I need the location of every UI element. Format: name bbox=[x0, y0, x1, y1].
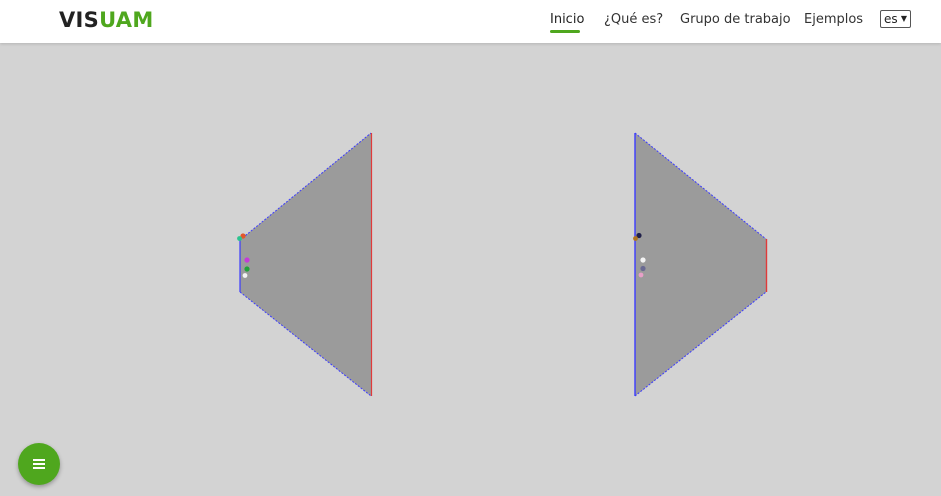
right-point-white[interactable] bbox=[640, 257, 646, 263]
active-nav-underline bbox=[550, 30, 580, 33]
left-point-green[interactable] bbox=[244, 266, 250, 272]
right-point-brown[interactable] bbox=[633, 236, 638, 241]
right-polygon bbox=[635, 133, 766, 396]
nav-grupo-de-trabajo[interactable]: Grupo de trabajo bbox=[680, 11, 791, 29]
language-select[interactable]: es ▼ bbox=[880, 10, 911, 28]
brand-logo[interactable]: VISUAM bbox=[59, 6, 154, 34]
left-point-magenta[interactable] bbox=[244, 257, 250, 263]
right-point-slate[interactable] bbox=[640, 265, 646, 272]
left-point-teal[interactable] bbox=[237, 236, 242, 241]
right-polygon-group bbox=[633, 132, 768, 397]
left-polygon-group bbox=[237, 132, 373, 397]
chevron-down-icon: ▼ bbox=[900, 14, 907, 23]
brand-text-part1: VIS bbox=[59, 8, 100, 32]
language-selected-value: es bbox=[884, 12, 898, 26]
top-navbar: VISUAM Inicio ¿Qué es? Grupo de trabajo … bbox=[0, 0, 941, 43]
nav-que-es[interactable]: ¿Qué es? bbox=[604, 11, 663, 29]
left-point-white[interactable] bbox=[242, 273, 248, 278]
right-point-pink[interactable] bbox=[638, 272, 644, 278]
left-polygon bbox=[240, 133, 371, 396]
brand-text-part2: UAM bbox=[99, 8, 154, 32]
nav-ejemplos[interactable]: Ejemplos bbox=[804, 11, 863, 29]
visualization-canvas[interactable] bbox=[0, 43, 941, 496]
menu-fab-button[interactable] bbox=[18, 443, 60, 485]
nav-inicio[interactable]: Inicio bbox=[550, 11, 584, 29]
